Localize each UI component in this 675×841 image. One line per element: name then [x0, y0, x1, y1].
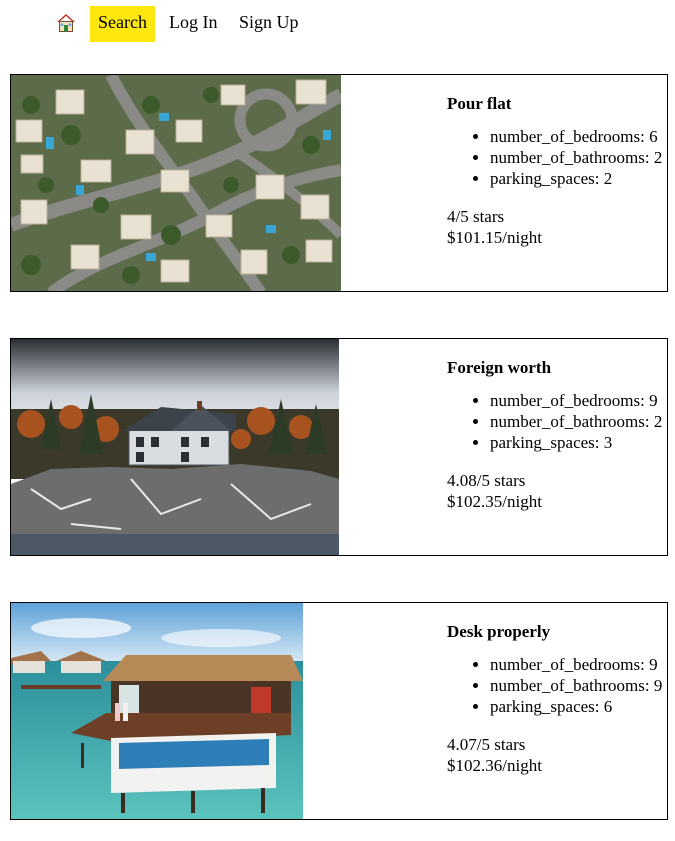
list-item: number_of_bathrooms: 2 — [490, 147, 667, 168]
list-item: number_of_bathrooms: 9 — [490, 675, 667, 696]
list-item: parking_spaces: 3 — [490, 432, 667, 453]
aerial-suburb-photo — [11, 75, 341, 291]
listing-price: $102.36/night — [447, 756, 542, 775]
feature-list: number_of_bedrooms: 9 number_of_bathroom… — [447, 654, 667, 717]
nav-search-link[interactable]: Search — [90, 6, 155, 42]
house-icon — [57, 14, 75, 32]
lakeside-house-photo — [11, 339, 339, 555]
listing-card[interactable]: Desk properly number_of_bedrooms: 9 numb… — [10, 602, 668, 820]
list-item: number_of_bedrooms: 9 — [490, 654, 667, 675]
listing-card[interactable]: Pour flat number_of_bedrooms: 6 number_o… — [10, 74, 668, 292]
home-link[interactable] — [56, 13, 76, 33]
top-nav: Search Log In Sign Up — [0, 0, 675, 50]
feature-list: number_of_bedrooms: 6 number_of_bathroom… — [447, 126, 667, 189]
overwater-villa-photo — [11, 603, 303, 819]
nav-login-link[interactable]: Log In — [169, 6, 218, 42]
list-item: parking_spaces: 6 — [490, 696, 667, 717]
list-item: parking_spaces: 2 — [490, 168, 667, 189]
feature-list: number_of_bedrooms: 9 number_of_bathroom… — [447, 390, 667, 453]
listing-info: Desk properly number_of_bedrooms: 9 numb… — [447, 621, 667, 776]
listing-info: Foreign worth number_of_bedrooms: 9 numb… — [447, 357, 667, 512]
nav-signup-link[interactable]: Sign Up — [239, 6, 299, 42]
listing-title: Foreign worth — [447, 358, 552, 377]
listing-title: Pour flat — [447, 94, 512, 113]
listing-price: $101.15/night — [447, 228, 542, 247]
listing-rating: 4.08/5 stars — [447, 471, 526, 490]
listing-price: $102.35/night — [447, 492, 542, 511]
listing-title: Desk properly — [447, 622, 551, 641]
list-item: number_of_bedrooms: 6 — [490, 126, 667, 147]
listing-rating: 4/5 stars — [447, 207, 505, 226]
list-item: number_of_bedrooms: 9 — [490, 390, 667, 411]
listing-card[interactable]: Foreign worth number_of_bedrooms: 9 numb… — [10, 338, 668, 556]
list-item: number_of_bathrooms: 2 — [490, 411, 667, 432]
listing-rating: 4.07/5 stars — [447, 735, 526, 754]
listing-info: Pour flat number_of_bedrooms: 6 number_o… — [447, 93, 667, 248]
